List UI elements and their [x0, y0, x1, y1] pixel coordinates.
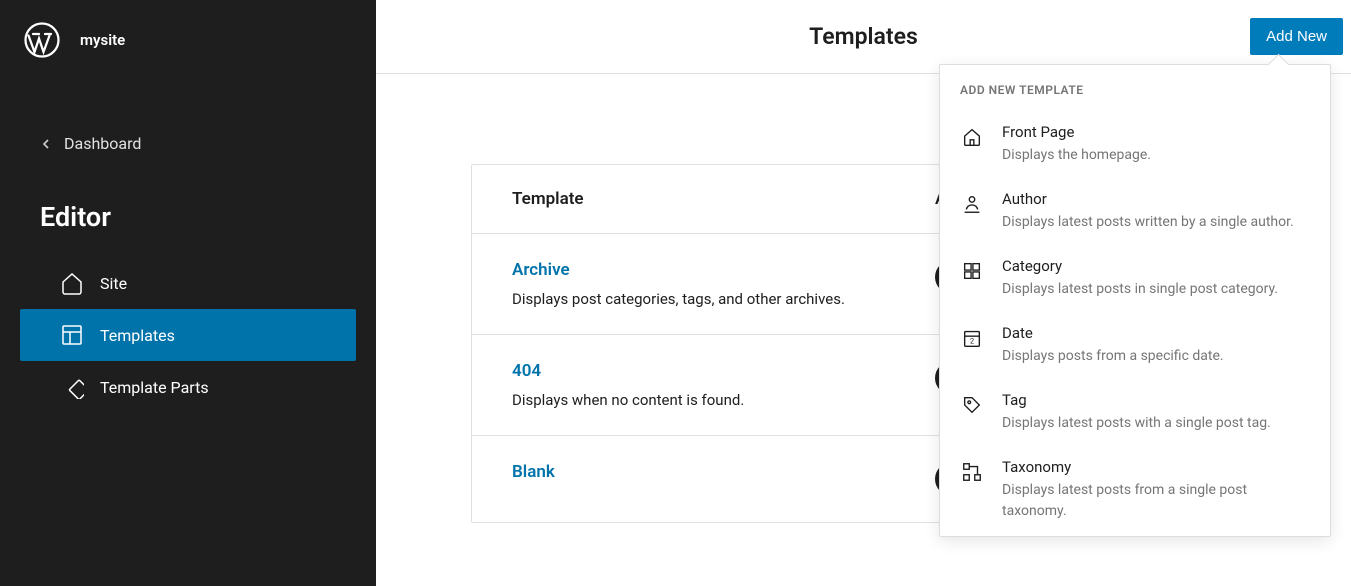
chevron-left-icon	[38, 136, 54, 152]
dropdown-item-desc: Displays the homepage.	[1002, 145, 1310, 166]
template-cell: 404 Displays when no content is found.	[512, 361, 935, 409]
back-label: Dashboard	[64, 134, 141, 153]
sidebar-item-template-parts[interactable]: Template Parts	[20, 361, 356, 413]
sidebar-item-label: Templates	[100, 326, 175, 345]
sidebar-item-label: Site	[100, 274, 127, 293]
main-content: Templates Add New Template Added by Arch…	[376, 0, 1351, 586]
dropdown-header: ADD NEW TEMPLATE	[940, 65, 1330, 113]
home-icon	[60, 271, 84, 295]
author-icon	[960, 192, 984, 216]
dropdown-item-title: Front Page	[1002, 123, 1310, 141]
sidebar-item-templates[interactable]: Templates	[20, 309, 356, 361]
add-new-template-dropdown: ADD NEW TEMPLATE Front Page Displays the…	[939, 64, 1331, 537]
template-desc: Displays when no content is found.	[512, 391, 935, 409]
dropdown-item-title: Category	[1002, 257, 1310, 275]
site-name: mysite	[80, 31, 125, 49]
dropdown-item-desc: Displays latest posts written by a singl…	[1002, 212, 1310, 233]
diamond-icon	[60, 375, 84, 399]
sidebar-item-label: Template Parts	[100, 378, 209, 397]
template-link[interactable]: Archive	[512, 260, 935, 280]
template-desc: Displays post categories, tags, and othe…	[512, 290, 935, 308]
template-cell: Blank	[512, 462, 935, 492]
back-to-dashboard[interactable]: Dashboard	[0, 120, 376, 167]
template-link[interactable]: Blank	[512, 462, 935, 482]
home-icon	[960, 125, 984, 149]
wordpress-logo-icon	[24, 22, 60, 58]
svg-text:2: 2	[970, 337, 974, 346]
dropdown-item-title: Tag	[1002, 391, 1310, 409]
grid-icon	[960, 259, 984, 283]
dropdown-item-author[interactable]: Author Displays latest posts written by …	[940, 180, 1330, 247]
sidebar: mysite Dashboard Editor Site Templates T…	[0, 0, 376, 586]
tag-icon	[960, 393, 984, 417]
dropdown-item-title: Taxonomy	[1002, 458, 1310, 476]
sidebar-item-site[interactable]: Site	[20, 257, 356, 309]
page-title: Templates	[809, 23, 918, 50]
main-header: Templates Add New	[376, 0, 1351, 74]
sidebar-header: mysite	[0, 0, 376, 80]
dropdown-item-title: Author	[1002, 190, 1310, 208]
dropdown-item-desc: Displays latest posts from a single post…	[1002, 480, 1310, 522]
template-cell: Archive Displays post categories, tags, …	[512, 260, 935, 308]
editor-title: Editor	[0, 167, 376, 257]
column-header-template: Template	[512, 189, 935, 209]
template-link[interactable]: 404	[512, 361, 935, 381]
dropdown-item-front-page[interactable]: Front Page Displays the homepage.	[940, 113, 1330, 180]
layout-icon	[60, 323, 84, 347]
dropdown-item-taxonomy[interactable]: Taxonomy Displays latest posts from a si…	[940, 448, 1330, 536]
dropdown-item-desc: Displays latest posts with a single post…	[1002, 413, 1310, 434]
dropdown-item-category[interactable]: Category Displays latest posts in single…	[940, 247, 1330, 314]
dropdown-item-desc: Displays latest posts in single post cat…	[1002, 279, 1310, 300]
dropdown-item-desc: Displays posts from a specific date.	[1002, 346, 1310, 367]
taxonomy-icon	[960, 460, 984, 484]
dropdown-item-tag[interactable]: Tag Displays latest posts with a single …	[940, 381, 1330, 448]
calendar-icon: 2	[960, 326, 984, 350]
dropdown-item-title: Date	[1002, 324, 1310, 342]
add-new-button[interactable]: Add New	[1250, 18, 1343, 55]
dropdown-item-date[interactable]: 2 Date Displays posts from a specific da…	[940, 314, 1330, 381]
